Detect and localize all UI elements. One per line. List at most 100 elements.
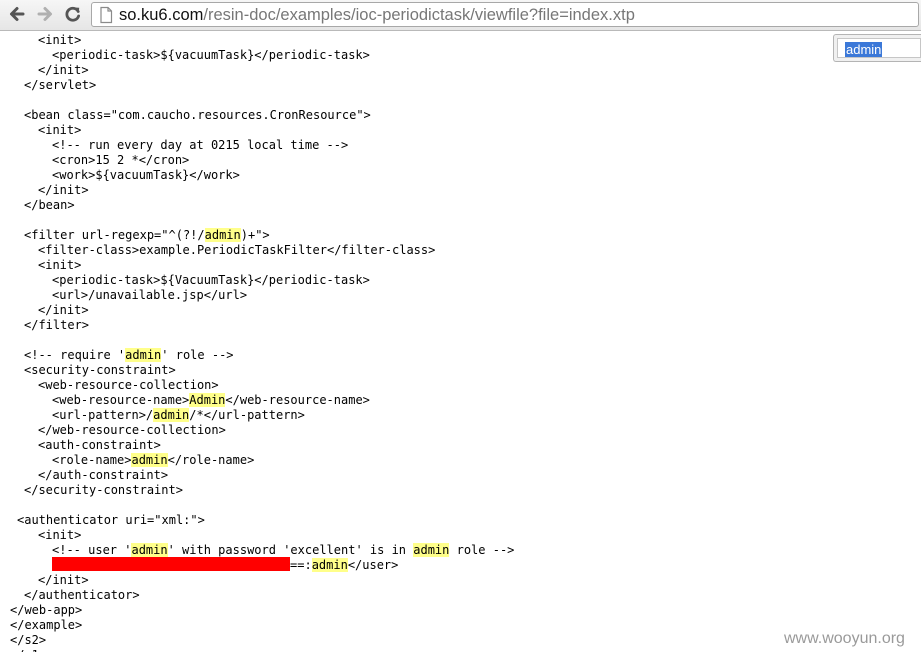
source-line: </s2> xyxy=(10,633,46,648)
source-line: <security-constraint> xyxy=(24,363,176,378)
source-line: </example> xyxy=(10,618,82,633)
source-line: <init> xyxy=(38,33,81,48)
source-text: <url>/unavailable.jsp</url> xyxy=(52,288,248,302)
search-highlight: Admin xyxy=(189,393,226,407)
source-text: </web-app> xyxy=(10,603,83,617)
source-line: <periodic-task>${vacuumTask}</periodic-t… xyxy=(52,48,370,63)
source-text: <init> xyxy=(38,33,82,47)
source-line: </init> xyxy=(38,183,89,198)
source-line: <auth-constraint> xyxy=(38,438,161,453)
source-text: </authenticator> xyxy=(24,588,140,602)
source-text: </s2> xyxy=(10,633,47,647)
source-line: </web-resource-collection> xyxy=(38,423,226,438)
source-line: </s1> xyxy=(10,648,46,652)
source-text: ' with password 'excellent' is in xyxy=(167,543,414,557)
source-text: <init> xyxy=(38,123,82,137)
source-line: </bean> xyxy=(24,198,75,213)
source-text: <periodic-task>${VacuumTask}</periodic-t… xyxy=(52,273,370,287)
source-text: </init> xyxy=(38,573,89,587)
source-text: <security-constraint> xyxy=(24,363,176,377)
source-line: <authenticator uri="xml:"> xyxy=(17,513,205,528)
source-view: <init> <periodic-task>${vacuumTask}</peri… xyxy=(0,30,921,652)
search-highlight: admin xyxy=(125,348,162,362)
source-line: <init> xyxy=(38,123,81,138)
source-line: </init> xyxy=(38,303,89,318)
url-host: so.ku6.com xyxy=(119,6,204,24)
source-text: )+"> xyxy=(240,228,270,242)
source-text: <bean class="com.caucho.resources.CronRe… xyxy=(24,108,371,122)
browser-toolbar: so.ku6.com/resin-doc/examples/ioc-period… xyxy=(0,0,921,31)
source-text: <init> xyxy=(38,528,82,542)
url-text[interactable]: so.ku6.com/resin-doc/examples/ioc-period… xyxy=(119,5,635,25)
source-line: </auth-constraint> xyxy=(38,468,168,483)
reload-button[interactable] xyxy=(62,3,84,25)
source-line: <filter-class>example.PeriodicTaskFilter… xyxy=(38,243,435,258)
source-text: <authenticator uri="xml:"> xyxy=(17,513,205,527)
source-line: </servlet> xyxy=(24,78,96,93)
source-line: </authenticator> xyxy=(24,588,140,603)
source-text: </filter> xyxy=(24,318,90,332)
search-highlight: admin xyxy=(131,453,168,467)
source-line: <work>${vacuumTask}</work> xyxy=(52,168,240,183)
source-line: </web-app> xyxy=(10,603,82,618)
source-line: </security-constraint> xyxy=(24,483,183,498)
source-text: <!-- require ' xyxy=(24,348,126,362)
source-line: <web-resource-name>Admin</web-resource-n… xyxy=(52,393,370,408)
source-line: <!-- user 'admin' with password 'excelle… xyxy=(52,543,514,558)
search-highlight: admin xyxy=(204,228,241,242)
source-line: <filter url-regexp="^(?!/admin)+"> xyxy=(24,228,270,243)
source-line: <!-- run every day at 0215 local time --… xyxy=(52,138,348,153)
source-text: </init> xyxy=(38,63,89,77)
source-text: <filter url-regexp="^(?!/ xyxy=(24,228,205,242)
source-text: </init> xyxy=(38,183,89,197)
source-line: <init> xyxy=(38,258,81,273)
source-text: <filter-class>example.PeriodicTaskFilter… xyxy=(38,243,436,257)
source-text: </init> xyxy=(38,303,89,317)
source-text: role --> xyxy=(449,543,515,557)
source-line: <url-pattern>/admin/*</url-pattern> xyxy=(52,408,305,423)
source-text: <web-resource-collection> xyxy=(38,378,219,392)
source-text: </servlet> xyxy=(24,78,97,92)
address-bar[interactable]: so.ku6.com/resin-doc/examples/ioc-period… xyxy=(91,2,919,27)
page-icon xyxy=(100,6,113,24)
arrow-left-icon xyxy=(10,7,25,21)
source-line: <web-resource-collection> xyxy=(38,378,219,393)
source-text: <init> xyxy=(38,258,82,272)
source-text: <!-- run every day at 0215 local time --… xyxy=(52,138,349,152)
source-text: ' role --> xyxy=(161,348,234,362)
search-highlight: admin xyxy=(153,408,190,422)
source-text: </bean> xyxy=(24,198,75,212)
forward-button[interactable] xyxy=(34,3,56,25)
source-text: </web-resource-collection> xyxy=(38,423,226,437)
source-text: <cron>15 2 *</cron> xyxy=(52,153,190,167)
source-line: ==:admin</user> xyxy=(290,558,398,573)
source-text: </user> xyxy=(347,558,399,572)
source-text: <url-pattern>/ xyxy=(52,408,154,422)
source-text: /*</url-pattern> xyxy=(189,408,305,422)
source-line: <url>/unavailable.jsp</url> xyxy=(52,288,247,303)
source-text: </role-name> xyxy=(167,453,255,467)
source-text: </s1> xyxy=(10,648,46,652)
source-text: <work>${vacuumTask}</work> xyxy=(52,168,240,182)
back-button[interactable] xyxy=(6,3,28,25)
source-text: <role-name> xyxy=(52,453,132,467)
source-text: <!-- user ' xyxy=(52,543,132,557)
source-text: <auth-constraint> xyxy=(38,438,161,452)
source-line: </init> xyxy=(38,63,89,78)
source-line: <bean class="com.caucho.resources.CronRe… xyxy=(24,108,371,123)
arrow-right-icon xyxy=(37,7,52,21)
redaction-bar xyxy=(52,557,290,571)
source-text: </example> xyxy=(10,618,83,632)
source-text: </auth-constraint> xyxy=(38,468,169,482)
search-highlight: admin xyxy=(131,543,168,557)
source-line: </init> xyxy=(38,573,89,588)
source-line: <periodic-task>${VacuumTask}</periodic-t… xyxy=(52,273,370,288)
source-line: <cron>15 2 *</cron> xyxy=(52,153,189,168)
source-text: </security-constraint> xyxy=(24,483,183,497)
search-highlight: admin xyxy=(413,543,450,557)
reload-icon xyxy=(65,6,80,22)
url-path: /resin-doc/examples/ioc-periodictask/vie… xyxy=(203,6,635,24)
source-text: <periodic-task>${vacuumTask}</periodic-t… xyxy=(52,48,370,62)
watermark: www.wooyun.org xyxy=(784,630,905,647)
source-line: <init> xyxy=(38,528,81,543)
